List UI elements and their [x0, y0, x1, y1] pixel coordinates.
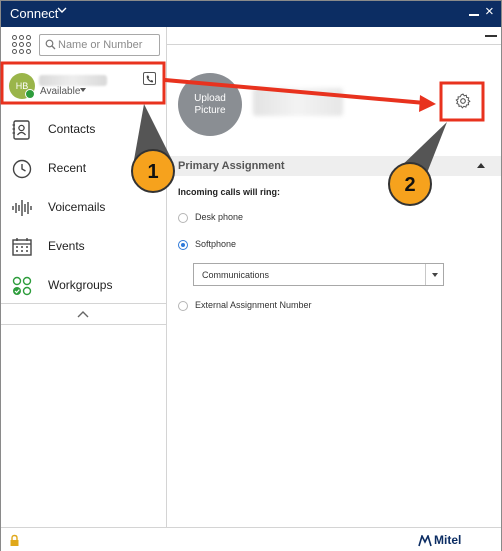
nav-item-recent[interactable]: Recent: [1, 149, 166, 188]
close-button[interactable]: ×: [485, 4, 494, 20]
radio-label: External Assignment Number: [195, 300, 312, 310]
radio-label: Softphone: [195, 239, 237, 249]
collapse-section-icon[interactable]: [477, 163, 485, 168]
nav-item-contacts[interactable]: Contacts: [1, 110, 166, 149]
settings-pane: Upload Picture Primary Assignment Incomi…: [167, 27, 501, 527]
pane-toolbar: [167, 27, 501, 45]
chevron-up-icon: [77, 311, 89, 318]
nav-item-workgroups[interactable]: Workgroups: [1, 266, 166, 305]
nav-label-recent: Recent: [48, 161, 87, 175]
status-bar: Mitel: [1, 527, 501, 551]
upload-label-line2: Picture: [194, 104, 226, 116]
radio-button[interactable]: [178, 301, 188, 311]
presence-status[interactable]: Available: [40, 86, 80, 97]
lock-icon[interactable]: [9, 534, 20, 547]
mitel-logo-icon: [418, 535, 432, 547]
collapse-nav-button[interactable]: [1, 303, 166, 325]
app-menu-chevron-icon[interactable]: [57, 4, 67, 18]
nav-label-workgroups: Workgroups: [48, 278, 113, 292]
minimize-button[interactable]: [467, 2, 481, 22]
chevron-down-icon[interactable]: [425, 264, 443, 285]
section-title: Primary Assignment: [178, 160, 285, 172]
profile-name-redacted: [253, 88, 343, 116]
presence-available-icon: [25, 89, 35, 99]
radio-button-selected[interactable]: [178, 240, 188, 250]
nav-label-contacts: Contacts: [48, 122, 96, 136]
search-icon: [45, 39, 56, 50]
upload-picture-button[interactable]: Upload Picture: [178, 73, 242, 136]
title-bar: Connect ×: [1, 1, 501, 27]
radio-label: Desk phone: [195, 212, 244, 222]
workgroups-icon: [12, 276, 32, 296]
nav-label-events: Events: [48, 239, 85, 253]
nav-item-events[interactable]: Events: [1, 227, 166, 266]
dropdown-value: Communications: [202, 270, 270, 280]
sidebar: HB Available Contacts Recent Voicemails …: [1, 27, 167, 527]
softphone-dropdown[interactable]: Communications: [193, 263, 444, 286]
contacts-icon: [12, 120, 30, 140]
search-input[interactable]: [58, 37, 158, 53]
brand-name: Mitel: [434, 533, 462, 547]
incoming-calls-label: Incoming calls will ring:: [178, 187, 281, 197]
nav-label-voicemails: Voicemails: [48, 200, 106, 214]
status-dropdown-icon[interactable]: [80, 88, 86, 92]
voicemail-icon: [12, 200, 32, 216]
nav-item-voicemails[interactable]: Voicemails: [1, 188, 166, 227]
radio-button[interactable]: [178, 213, 188, 223]
username-redacted: [39, 75, 107, 86]
upload-label-line1: Upload: [194, 92, 226, 104]
connect-window: Connect × HB Available Contacts: [0, 0, 502, 551]
search-box[interactable]: [39, 34, 160, 56]
primary-assignment-header[interactable]: Primary Assignment: [167, 156, 501, 176]
phone-icon[interactable]: [143, 72, 156, 85]
pane-minimize-button[interactable]: [485, 35, 497, 37]
calendar-icon: [12, 238, 32, 256]
clock-icon: [12, 159, 32, 179]
gear-icon[interactable]: [455, 93, 471, 109]
dialpad-icon[interactable]: [12, 35, 32, 55]
app-title: Connect: [10, 6, 59, 21]
